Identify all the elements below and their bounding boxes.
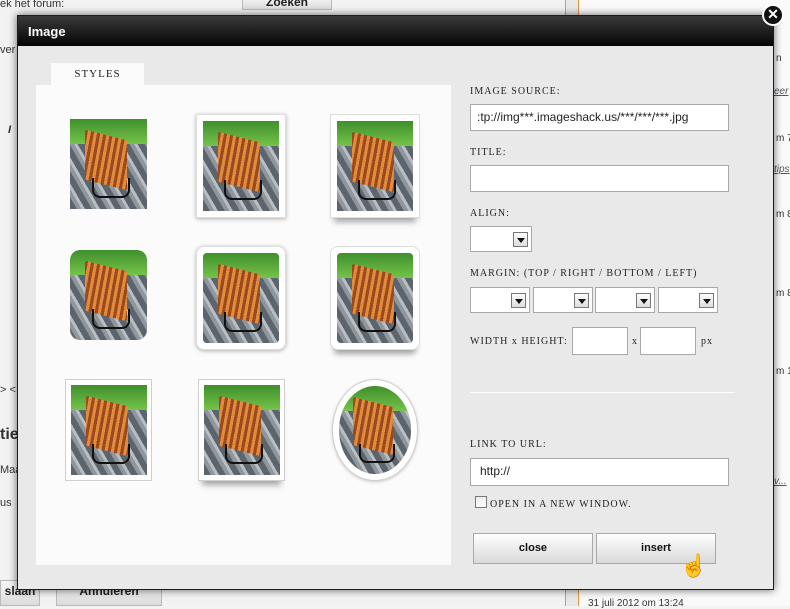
background-forum-text: ek het forum: [0,0,65,10]
chevron-down-icon [511,293,526,308]
style-option-white-frame[interactable] [196,114,286,218]
background-right-text: m 7 [776,133,790,144]
align-select[interactable] [470,226,532,252]
background-fragment: ver [0,44,16,56]
bench-photo [204,385,280,475]
bench-photo [339,386,411,474]
title-label: TITLE: [470,147,507,158]
bench-photo [70,119,147,209]
new-window-label: OPEN IN A NEW WINDOW. [490,499,632,510]
style-option-thin-border-shadow[interactable] [198,379,285,481]
style-option-rounded[interactable] [70,250,147,340]
style-option-rounded-frame-shadow[interactable] [330,246,420,350]
margin-bottom-select[interactable] [595,287,655,313]
background-right-link[interactable]: v... [774,476,787,487]
hand-cursor-icon: ☝ [680,553,708,578]
background-italic-icon: I [8,124,12,136]
bench-photo [70,250,147,340]
image-source-input[interactable]: :tp://img***.imageshack.us/***/***/***.j… [470,104,729,131]
margin-left-select[interactable] [658,287,718,313]
dialog-title: Image [28,24,66,39]
title-input[interactable] [470,165,729,192]
background-right-text: n [776,53,782,64]
background-timestamp: 31 juli 2012 om 13:24 [588,598,684,609]
style-option-plain[interactable] [70,119,147,209]
margin-top-select[interactable] [470,287,530,313]
style-option-oval[interactable] [332,379,418,481]
dialog-titlebar: Image [18,16,773,46]
align-label: ALIGN: [470,208,510,219]
background-fragment: > < [0,384,16,396]
style-option-rounded-frame[interactable] [196,246,286,350]
link-url-input[interactable]: http:// [470,458,729,486]
background-right-link[interactable]: eer [774,86,788,97]
width-input[interactable] [572,327,628,355]
bench-photo [337,121,413,211]
style-option-thin-border[interactable] [65,379,152,481]
chevron-down-icon [513,232,528,247]
tab-styles[interactable]: STYLES [51,63,144,86]
margin-right-select[interactable] [533,287,593,313]
bench-photo [203,253,279,343]
bench-photo [337,253,413,343]
image-source-label: IMAGE SOURCE: [470,86,561,97]
image-dialog: Image STYLES IMAGE SOURCE::tp://img***.… [17,15,774,590]
bench-photo [203,121,279,211]
chevron-down-icon [574,293,589,308]
link-label: LINK TO URL: [470,439,547,450]
margin-label: MARGIN: (TOP / RIGHT / BOTTOM / LEFT) [470,268,698,279]
background-right-text: m 8 [776,288,790,299]
background-right-link[interactable]: tips [774,164,790,175]
background-text: us [0,497,12,509]
size-unit: px [701,336,713,347]
style-option-white-frame-shadow[interactable] [330,114,420,218]
close-button[interactable]: close [473,533,593,564]
background-search-button[interactable]: Zoeken [242,0,332,10]
chevron-down-icon [699,293,714,308]
styles-panel [36,85,451,565]
height-input[interactable] [640,327,696,355]
size-label: WIDTH x HEIGHT: [470,336,568,347]
background-right-text: m 8 [776,209,790,220]
background-heading: tie [0,426,19,443]
close-icon[interactable]: ✕ [762,4,784,26]
bench-photo [71,385,147,475]
background-right-text: m 1 [776,366,790,377]
form-divider [470,392,735,393]
size-separator: x [632,336,638,347]
chevron-down-icon [636,293,651,308]
new-window-checkbox[interactable] [475,496,487,508]
